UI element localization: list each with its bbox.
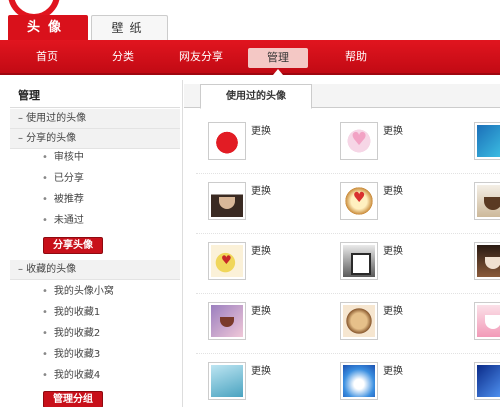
content-panel: 使用过的头像 更换 更换 更换 更换 更换 <box>184 80 500 407</box>
avatar-thumbnail[interactable] <box>208 242 246 280</box>
share-avatar-button[interactable]: 分享头像 <box>43 237 103 254</box>
bullet-icon: • <box>42 173 48 184</box>
avatar-thumbnail[interactable] <box>340 182 378 220</box>
avatar-thumbnail[interactable] <box>474 242 500 280</box>
bullet-icon: • <box>42 152 48 163</box>
avatar-row: 更换 更换 <box>196 174 500 234</box>
dark-coffee-icon <box>477 245 500 277</box>
sidebar-sub-item[interactable]: • 已分享 <box>42 170 84 188</box>
avatar-row: 更换 更换 <box>196 114 500 174</box>
tab-wallpaper[interactable]: 壁纸 <box>91 15 168 40</box>
sidebar-sub-item[interactable]: • 我的收藏1 <box>42 304 100 322</box>
bullet-icon: • <box>42 194 48 205</box>
change-link[interactable]: 更换 <box>383 242 403 257</box>
sidebar-sub-item[interactable]: • 我的头像小窝 <box>42 283 114 301</box>
heart-icon <box>343 125 375 157</box>
avatar-cell: 更换 <box>196 302 326 346</box>
avatar-thumbnail[interactable] <box>340 122 378 160</box>
sidebar-sub-item[interactable]: • 我的收藏2 <box>42 325 100 343</box>
avatar-cell <box>460 302 500 346</box>
nav-item-home[interactable]: 首页 <box>24 40 70 73</box>
avatar-cell <box>460 182 500 226</box>
nav-active-indicator <box>273 69 283 75</box>
gold-heart-icon <box>343 185 375 217</box>
avatar-cell: 更换 <box>328 242 458 286</box>
sidebar-sub-item[interactable]: • 我的收藏3 <box>42 346 100 364</box>
avatar-row: 更换 更换 <box>196 234 500 294</box>
blue-heart-icon <box>477 125 500 157</box>
teal-scene-icon <box>211 365 243 397</box>
avatar-thumbnail[interactable] <box>474 122 500 160</box>
change-link[interactable]: 更换 <box>251 122 271 137</box>
content-tab-bar: 使用过的头像 <box>184 84 500 109</box>
change-link[interactable]: 更换 <box>251 182 271 197</box>
avatar-thumbnail[interactable] <box>474 182 500 220</box>
sidebar-sub-item[interactable]: • 未通过 <box>42 212 84 230</box>
avatar-thumbnail[interactable] <box>474 362 500 400</box>
change-link[interactable]: 更换 <box>383 362 403 377</box>
lips-icon <box>211 125 243 157</box>
nav-item-help[interactable]: 帮助 <box>336 40 376 73</box>
avatar-cell: 更换 <box>196 182 326 226</box>
change-link[interactable]: 更换 <box>383 122 403 137</box>
sidebar-title: 管理 <box>10 84 180 108</box>
sidebar-item-shared-avatars[interactable]: – 分享的头像 <box>10 129 180 149</box>
avatar-cell: 更换 <box>328 182 458 226</box>
change-link[interactable]: 更换 <box>383 182 403 197</box>
sidebar-item-favorite-avatars[interactable]: – 收藏的头像 <box>10 260 180 280</box>
avatar-thumbnail[interactable] <box>208 302 246 340</box>
avatar-row: 更换 更换 <box>196 354 500 407</box>
sidebar-sub-item[interactable]: • 审核中 <box>42 149 84 167</box>
sidebar-item-used-avatars[interactable]: – 使用过的头像 <box>10 109 180 129</box>
change-link[interactable]: 更换 <box>251 302 271 317</box>
tab-used-avatars[interactable]: 使用过的头像 <box>200 84 312 109</box>
avatar-cell <box>460 362 500 406</box>
bullet-icon: • <box>42 328 48 339</box>
manage-groups-button[interactable]: 管理分组 <box>43 391 103 407</box>
sidebar-sub-item[interactable]: • 我的收藏4 <box>42 367 100 385</box>
avatar-cell: 更换 <box>196 242 326 286</box>
avatar-thumbnail[interactable] <box>340 242 378 280</box>
avatar-cell: 更换 <box>328 122 458 166</box>
pink-cup-icon <box>477 305 500 337</box>
nav-item-manage[interactable]: 管理 <box>248 48 308 68</box>
coffee-saucer-icon <box>477 185 500 217</box>
yellow-heart-cup-icon <box>211 245 243 277</box>
nav-item-user-share[interactable]: 网友分享 <box>170 40 232 73</box>
bullet-icon: • <box>42 370 48 381</box>
change-link[interactable]: 更换 <box>383 302 403 317</box>
bullet-icon: • <box>42 215 48 226</box>
bullet-icon: • <box>42 349 48 360</box>
avatar-thumbnail[interactable] <box>208 122 246 160</box>
sidebar-sub-item[interactable]: • 被推荐 <box>42 191 84 209</box>
avatar-cell: 更换 <box>328 302 458 346</box>
sidebar: 管理 – 使用过的头像 – 分享的头像 • 审核中 • 已分享 • 被推荐 • 未通过 … <box>0 80 183 407</box>
deep-blue-icon <box>477 365 500 397</box>
avatar-thumbnail[interactable] <box>474 302 500 340</box>
top-bar: 头像 壁纸 <box>0 0 500 40</box>
latte-heart-icon <box>343 305 375 337</box>
avatar-cell <box>460 242 500 286</box>
change-link[interactable]: 更换 <box>251 242 271 257</box>
avatar-cell <box>460 122 500 166</box>
avatar-thumbnail[interactable] <box>208 182 246 220</box>
mug-icon <box>343 245 375 277</box>
avatar-thumbnail[interactable] <box>208 362 246 400</box>
avatar-thumbnail[interactable] <box>340 302 378 340</box>
nav-item-category[interactable]: 分类 <box>100 40 146 73</box>
coffee-cup-icon <box>211 185 243 217</box>
tab-avatar[interactable]: 头像 <box>8 15 88 40</box>
change-link[interactable]: 更换 <box>251 362 271 377</box>
avatar-cell: 更换 <box>196 362 326 406</box>
avatar-thumbnail[interactable] <box>340 362 378 400</box>
avatar-cell: 更换 <box>328 362 458 406</box>
bullet-icon: • <box>42 286 48 297</box>
avatar-row: 更换 更换 <box>196 294 500 354</box>
bullet-icon: • <box>42 307 48 318</box>
avatar-cell: 更换 <box>196 122 326 166</box>
sky-scene-icon <box>343 365 375 397</box>
main-nav: 首页 分类 网友分享 管理 帮助 <box>0 40 500 75</box>
violet-cup-icon <box>211 305 243 337</box>
